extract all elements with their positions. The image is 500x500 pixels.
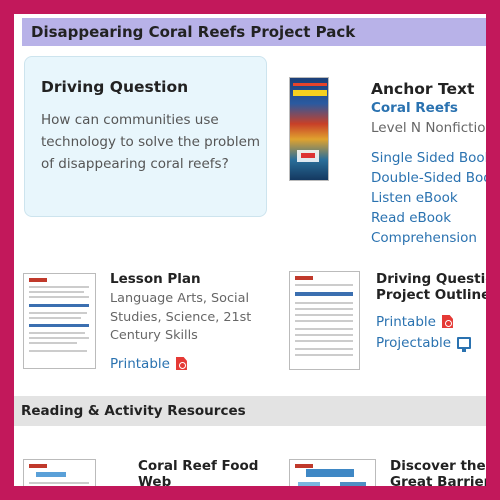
single-sided-book-link[interactable]: Single Sided Book bbox=[371, 150, 486, 166]
dq-outline-printable-link[interactable]: Printable bbox=[376, 314, 453, 330]
barrier-reef-thumbnail[interactable] bbox=[289, 459, 376, 486]
driving-question-title: Driving Question bbox=[41, 78, 189, 96]
page-title: Disappearing Coral Reefs Project Pack bbox=[31, 23, 356, 41]
reading-resources-section-header: Reading & Activity Resources bbox=[14, 396, 486, 426]
page-header: Disappearing Coral Reefs Project Pack bbox=[22, 18, 486, 46]
pdf-icon[interactable] bbox=[175, 357, 187, 370]
lesson-plan-title: Lesson Plan bbox=[110, 271, 201, 287]
dq-outline-printable-label[interactable]: Printable bbox=[376, 314, 436, 330]
food-web-title-line1: Coral Reef Food bbox=[138, 458, 259, 474]
double-sided-book-link[interactable]: Double-Sided Book bbox=[371, 170, 486, 186]
food-web-title-line2: Web bbox=[138, 474, 172, 486]
listen-ebook-link[interactable]: Listen eBook bbox=[371, 190, 458, 206]
reading-resources-title: Reading & Activity Resources bbox=[21, 403, 246, 419]
projector-icon[interactable] bbox=[457, 337, 472, 352]
dq-outline-projectable-label[interactable]: Projectable bbox=[376, 335, 451, 351]
lesson-plan-printable-link[interactable]: Printable bbox=[110, 356, 187, 372]
page-frame: Disappearing Coral Reefs Project Pack Dr… bbox=[14, 14, 486, 486]
anchor-book-cover[interactable] bbox=[289, 77, 329, 181]
dq-outline-title-line1: Driving Question bbox=[376, 271, 486, 287]
lesson-plan-printable-label[interactable]: Printable bbox=[110, 356, 170, 372]
read-ebook-link[interactable]: Read eBook bbox=[371, 210, 451, 226]
dq-outline-title-line2: Project Outline bbox=[376, 287, 486, 303]
anchor-book-link[interactable]: Coral Reefs bbox=[371, 100, 458, 116]
pdf-icon[interactable] bbox=[441, 315, 453, 328]
dq-outline-thumbnail[interactable] bbox=[289, 271, 360, 370]
barrier-reef-title-line1: Discover the bbox=[390, 458, 486, 474]
anchor-level: Level N Nonfiction bbox=[371, 120, 486, 136]
driving-question-text: How can communities use technology to so… bbox=[41, 112, 261, 172]
food-web-thumbnail[interactable] bbox=[23, 459, 96, 486]
lesson-plan-subjects: Language Arts, Social Studies, Science, … bbox=[110, 291, 252, 343]
dq-outline-projectable-link[interactable]: Projectable bbox=[376, 335, 472, 352]
anchor-text-title: Anchor Text bbox=[371, 80, 475, 98]
lesson-plan-thumbnail[interactable] bbox=[23, 273, 96, 369]
comprehension-link[interactable]: Comprehension bbox=[371, 230, 477, 246]
driving-question-card: Driving Question How can communities use… bbox=[24, 56, 267, 217]
barrier-reef-title-line2: Great Barrier bbox=[390, 474, 486, 486]
